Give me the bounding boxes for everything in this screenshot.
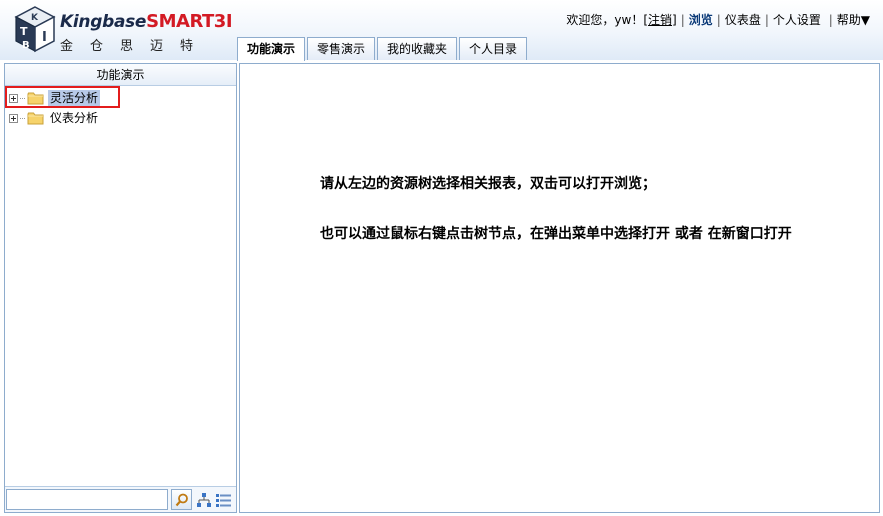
- svg-text:K: K: [31, 13, 39, 23]
- app-logo: K T B I KingbaseSMART3I 金仓思迈特: [14, 5, 233, 55]
- hint-text-secondary: 也可以通过鼠标右键点击树节点，在弹出菜单中选择打开 或者 在新窗口打开: [320, 226, 792, 242]
- resource-tree-panel: 功能演示 灵活分析 仪表分析: [4, 63, 237, 513]
- svg-text:T: T: [20, 25, 28, 38]
- tree-node-dashboard-analysis[interactable]: 仪表分析: [9, 109, 100, 127]
- tab-personal-directory[interactable]: 个人目录: [459, 37, 528, 60]
- logout-link[interactable]: 注销: [648, 13, 672, 27]
- svg-text:I: I: [42, 30, 47, 45]
- welcome-text: 欢迎您，yw！: [566, 13, 644, 27]
- folder-icon: [27, 112, 44, 125]
- tab-function-demo[interactable]: 功能演示: [237, 37, 306, 61]
- tab-retail-demo[interactable]: 零售演示: [307, 37, 376, 60]
- tree-node-label: 灵活分析: [48, 90, 101, 106]
- hint-text-primary: 请从左边的资源树选择相关报表，双击可以打开浏览；: [320, 176, 656, 192]
- personal-settings-link[interactable]: 个人设置: [773, 13, 821, 27]
- search-button[interactable]: [171, 489, 192, 510]
- tree-view-icon[interactable]: [196, 492, 212, 508]
- tree-node-flexible-analysis[interactable]: 灵活分析: [9, 89, 101, 107]
- folder-icon: [27, 92, 44, 105]
- brand-suffix: SMART3I: [146, 11, 233, 32]
- tab-my-favorites[interactable]: 我的收藏夹: [377, 37, 458, 60]
- help-menu[interactable]: 帮助▼: [837, 13, 870, 27]
- user-bar: 欢迎您，yw！[注销] | 浏览 | 仪表盘 | 个人设置 | 帮助▼: [566, 13, 870, 27]
- logo-cube-icon: K T B I: [14, 6, 56, 53]
- panel-title: 功能演示: [5, 64, 236, 86]
- brand-chinese-name: 金仓思迈特: [60, 39, 211, 54]
- tree-node-label: 仪表分析: [50, 111, 99, 125]
- content-panel: 请从左边的资源树选择相关报表，双击可以打开浏览； 也可以通过鼠标右键点击树节点，…: [239, 63, 880, 513]
- app-header: K T B I KingbaseSMART3I 金仓思迈特 欢迎您，yw！[注销…: [0, 0, 883, 61]
- dashboard-link[interactable]: 仪表盘: [725, 13, 761, 27]
- brand-name: KingbaseSMART3I: [60, 11, 233, 32]
- list-view-icon[interactable]: [215, 492, 232, 508]
- brand-prefix: Kingbase: [60, 12, 147, 32]
- tree-search-bar: [5, 486, 236, 512]
- expand-icon[interactable]: [9, 113, 18, 123]
- expand-icon[interactable]: [9, 93, 18, 103]
- browse-link[interactable]: 浏览: [689, 13, 713, 27]
- search-input[interactable]: [6, 489, 168, 510]
- svg-text:B: B: [22, 40, 30, 51]
- search-icon: [175, 493, 188, 506]
- main-tabs: 功能演示 零售演示 我的收藏夹 个人目录: [237, 37, 529, 61]
